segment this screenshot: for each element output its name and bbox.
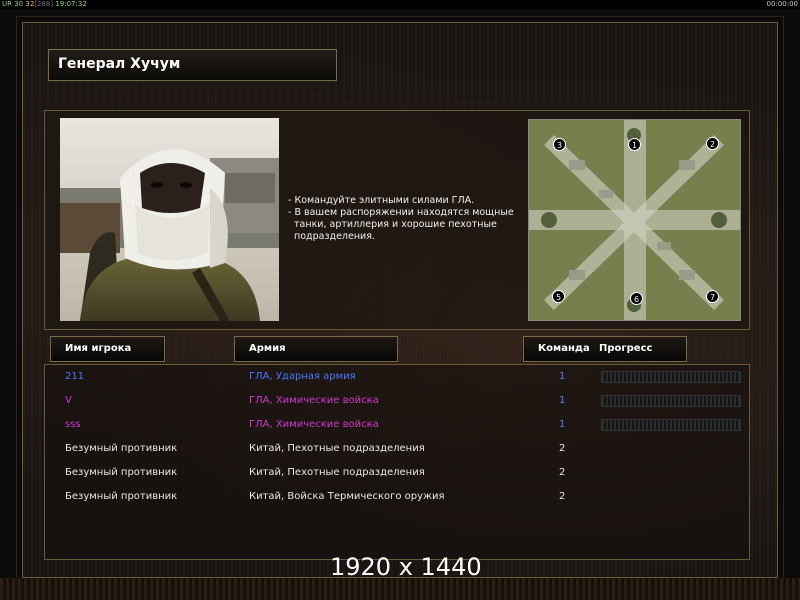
header-team: Команда [538, 343, 590, 354]
general-title: Генерал Хучум [48, 49, 337, 81]
player-row: 211 ГЛА, Ударная армия 1 [45, 367, 751, 387]
status-clock: 19:07:32 [55, 0, 87, 8]
progress-bar [601, 371, 741, 383]
player-army: ГЛА, Химические войска [249, 419, 379, 430]
player-name: Безумный противник [65, 491, 178, 502]
general-portrait [60, 118, 279, 321]
status-left: UR 30 32[288] 19:07:32 [2, 0, 87, 9]
bottom-strip [0, 578, 800, 600]
resolution-label: 1920 x 1440 [330, 553, 482, 581]
player-army: Китай, Войска Термического оружия [249, 491, 445, 502]
description-line: - В вашем распоряжении находятся мощные [288, 207, 514, 218]
start-position-1: 1 [628, 138, 641, 151]
status-fps: 32 [25, 0, 35, 8]
player-team: 2 [559, 491, 566, 502]
start-position-6: 6 [630, 292, 643, 305]
header-team-progress: Команда Прогресс [523, 336, 687, 362]
player-army: Китай, Пехотные подразделения [249, 467, 425, 478]
player-army: Китай, Пехотные подразделения [249, 443, 425, 454]
start-position-2: 2 [706, 137, 719, 150]
general-description: - Командуйте элитными силами ГЛА. - В ва… [288, 195, 524, 243]
player-row: Безумный противник Китай, Войска Термичес… [45, 487, 751, 507]
player-army: ГЛА, Химические войска [249, 395, 379, 406]
portrait-image [60, 118, 279, 321]
progress-bar [601, 419, 741, 431]
minimap: 3 1 2 5 6 7 [528, 119, 741, 321]
player-team: 1 [559, 371, 566, 382]
start-position-5: 5 [552, 290, 565, 303]
player-army: ГЛА, Ударная армия [249, 371, 356, 382]
start-position-3: 3 [553, 138, 566, 151]
player-name: sss [65, 419, 81, 430]
description-line: - Командуйте элитными силами ГЛА. [288, 195, 475, 206]
header-player-name: Имя игрока [50, 336, 165, 362]
player-name: Безумный противник [65, 443, 178, 454]
player-team: 1 [559, 419, 566, 430]
player-row: Безумный противник Китай, Пехотные подраз… [45, 439, 751, 459]
player-team: 1 [559, 395, 566, 406]
player-team: 2 [559, 443, 566, 454]
player-team: 2 [559, 467, 566, 478]
start-position-7: 7 [706, 290, 719, 303]
header-army: Армия [234, 336, 398, 362]
player-name: 211 [65, 371, 85, 382]
description-line: подразделения. [294, 231, 375, 242]
player-name: V [65, 395, 72, 406]
status-ur: UR 30 [2, 0, 24, 8]
player-list: 211 ГЛА, Ударная армия 1 V ГЛА, Химические в… [44, 364, 750, 560]
player-row: V ГЛА, Химические войска 1 [45, 391, 751, 411]
player-row: sss ГЛА, Химические войска 1 [45, 415, 751, 435]
header-progress: Прогресс [599, 343, 653, 354]
player-name: Безумный противник [65, 467, 178, 478]
progress-bar [601, 395, 741, 407]
status-bar: UR 30 32[288] 19:07:32 00:00:00 [0, 0, 800, 9]
player-row: Безумный противник Китай, Пехотные подраз… [45, 463, 751, 483]
description-line: танки, артиллерия и хорошие пехотные [294, 219, 497, 230]
status-fps-cap: [288] [34, 0, 54, 8]
status-timer: 00:00:00 [766, 0, 798, 8]
